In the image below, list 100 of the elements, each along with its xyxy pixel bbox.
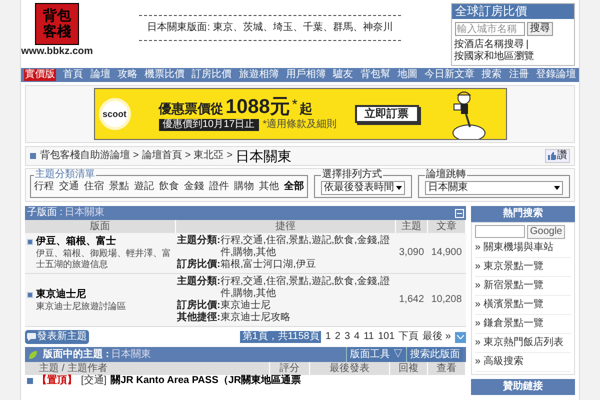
nav-link[interactable]: 機票比價: [144, 69, 185, 81]
category-link[interactable]: 景點: [109, 181, 129, 193]
toolbar-button[interactable]: 版面工具 ▽: [346, 347, 406, 362]
breadcrumb-link[interactable]: 東北亞: [194, 150, 224, 162]
shortcut-links[interactable]: 東京迪士尼攻略: [220, 312, 290, 324]
forum-icon: [30, 153, 36, 159]
next-page-link[interactable]: 下頁: [398, 331, 419, 343]
category-link[interactable]: 住宿: [84, 181, 104, 193]
shortcut-label: 主題分類:: [177, 235, 220, 248]
shortcut-links[interactable]: 行程,交通,住宿,景點,遊記,飲食,金錢,證件,購物,其他: [220, 276, 394, 300]
category-link[interactable]: 全部: [284, 181, 304, 193]
dropdown-arrow-icon: [396, 186, 402, 190]
region-link[interactable]: 按國家和地區瀏覽: [454, 51, 534, 63]
nav-link[interactable]: 旅遊相簿: [238, 69, 279, 81]
category-link[interactable]: 行程: [34, 181, 54, 193]
nav-link[interactable]: 登錄論壇: [536, 69, 576, 81]
page-menu-button[interactable]: [455, 332, 466, 342]
page-link[interactable]: 1: [325, 331, 331, 343]
page-link[interactable]: 2: [334, 331, 340, 343]
header-notice: 日本關東版面: 東京、茨城、埼玉、千葉、群馬、神奈川: [139, 15, 401, 41]
topic-count: 3,090: [396, 233, 428, 274]
category-link[interactable]: 金錢: [184, 181, 204, 193]
topic-title[interactable]: 關JR Kanto Area PASS（JR關東地區通票: [110, 375, 302, 387]
subforum-title[interactable]: 伊豆、箱根、富士: [36, 236, 173, 248]
sidebar-link[interactable]: » 東京景點一覽: [475, 258, 571, 277]
forum-jump-dropdown[interactable]: 日本關東: [425, 181, 563, 195]
subforum-title[interactable]: 東京迪士尼: [36, 288, 126, 300]
sidebar-link[interactable]: » 橫濱景點一覽: [475, 296, 571, 315]
page-summary: 第1頁，共1158頁: [240, 331, 322, 343]
subforum-description: 東京迪士尼旅遊討論區: [36, 300, 126, 312]
ad-banner[interactable]: scoot 優惠票價從 1088元*起 優惠價到10月17日止 *適用條款及細則 立即訂票: [94, 88, 506, 140]
breadcrumb-separator: >: [184, 150, 191, 162]
sidebar-link[interactable]: » 鎌倉景點一覽: [475, 315, 571, 334]
column-header: 查看: [428, 362, 466, 375]
sidebar-link[interactable]: » 東京熱門飯店列表: [475, 334, 571, 353]
terms-note: *適用條款及細則: [262, 119, 337, 131]
nav-link[interactable]: 地圖: [397, 69, 418, 81]
shortcut-label: 其他捷徑:: [177, 312, 220, 324]
deadline-label: 優惠價到10月17日止: [158, 119, 259, 131]
sidebar-header: 熱門搜索: [471, 206, 575, 222]
last-page-link[interactable]: 最後 »: [422, 331, 451, 343]
mascot-drawing: [452, 89, 486, 139]
nav-link[interactable]: 搜索: [482, 69, 502, 81]
filter-legend: 論壇跳轉: [425, 169, 467, 181]
like-button[interactable]: 讚: [545, 149, 570, 163]
thumbs-up-icon: [548, 152, 556, 160]
sidebar-link[interactable]: » 關東機場與車站: [475, 239, 571, 258]
nav-link[interactable]: 驢友: [333, 69, 354, 81]
nav-link[interactable]: 注冊: [508, 69, 529, 81]
subforum-description: 伊豆、箱根、御殿場、輕井澤、富士五湖的旅遊信息: [36, 248, 172, 270]
category-link[interactable]: 證件: [209, 181, 229, 193]
category-link[interactable]: 遊記: [134, 181, 154, 193]
category-link[interactable]: 其他: [259, 181, 279, 193]
logo[interactable]: 背包 客棧: [35, 3, 79, 45]
category-link[interactable]: 交通: [59, 181, 79, 193]
search-button[interactable]: 搜尋: [527, 22, 553, 36]
forum-icon: [27, 239, 33, 245]
shortcut-links[interactable]: 行程,交通,住宿,景點,遊記,飲食,金錢,證件,購物,其他: [220, 235, 394, 259]
nav-link[interactable]: 攻略: [117, 69, 138, 81]
google-search-button[interactable]: Google: [527, 225, 566, 239]
ad-suffix: 起: [299, 101, 312, 117]
collapse-icon[interactable]: [455, 208, 464, 218]
nav-link[interactable]: 今日新文章: [424, 69, 475, 81]
dropdown-arrow-icon: [554, 186, 560, 190]
page-link[interactable]: 3: [344, 331, 350, 343]
page-link[interactable]: 101: [378, 331, 395, 343]
search-field[interactable]: [475, 225, 525, 238]
sort-dropdown[interactable]: 依最後發表時間: [321, 181, 405, 195]
nav-badge[interactable]: 實價版: [24, 69, 56, 81]
page-link[interactable]: 4: [354, 331, 360, 343]
brand-logo[interactable]: scoot: [98, 98, 130, 130]
post-count: 10,208: [428, 274, 466, 326]
book-now-button[interactable]: 立即訂票: [354, 105, 419, 123]
site-url[interactable]: www.bbkz.com: [21, 46, 93, 58]
nav-link[interactable]: 訂房比價: [192, 69, 232, 81]
filter-legend: 主題分類清單: [34, 169, 96, 181]
breadcrumb-link[interactable]: 背包客棧自助游論壇: [40, 150, 130, 162]
page-link[interactable]: 11: [364, 331, 374, 343]
nav-link[interactable]: 背包幫: [360, 69, 390, 81]
forum-icon: [27, 292, 33, 298]
column-header: 評分: [270, 362, 310, 375]
breadcrumb-link[interactable]: 論壇首頁: [142, 150, 182, 162]
current-forum-title: 日本關東: [236, 148, 292, 164]
category-link[interactable]: 飲食: [159, 181, 179, 193]
shortcut-links[interactable]: 箱根,富士河口湖,伊豆: [220, 259, 316, 271]
nav-link[interactable]: 首頁: [63, 69, 84, 81]
column-header: 回複: [390, 362, 428, 375]
separator: |: [526, 39, 529, 51]
sidebar-link[interactable]: » 高級搜索: [475, 353, 571, 372]
sidebar-link[interactable]: » 新宿景點一覽: [475, 277, 571, 296]
new-topic-button[interactable]: 發表新主題: [25, 330, 89, 344]
hotel-name-link[interactable]: 按酒店名稱搜尋: [454, 39, 524, 51]
nav-link[interactable]: 論壇: [90, 69, 110, 81]
shortcut-links[interactable]: 東京迪士尼: [220, 300, 270, 312]
ad-price: 1088元: [226, 97, 290, 117]
panel-subtitle: 日本關東: [64, 207, 105, 219]
city-search-field[interactable]: 輸入城市名稱: [455, 22, 525, 36]
category-link[interactable]: 購物: [234, 181, 254, 193]
toolbar-button[interactable]: 搜索此版面: [406, 347, 463, 362]
nav-link[interactable]: 用戶相簿: [286, 69, 326, 81]
